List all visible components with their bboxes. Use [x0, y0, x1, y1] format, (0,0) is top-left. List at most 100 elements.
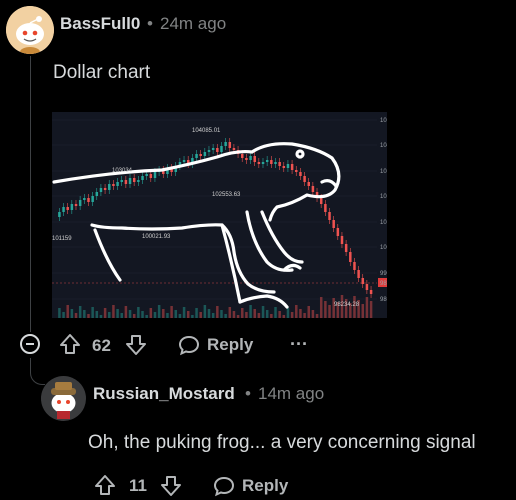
vote-count: 11 — [129, 476, 147, 495]
volume-bar — [286, 308, 290, 318]
speech-bubble-icon — [178, 335, 200, 356]
candle — [112, 184, 115, 186]
volume-bar — [257, 313, 261, 318]
dollar-chart-graphic: 104085.01 103034 102553.63 101159 100021.93 9… — [52, 118, 387, 318]
chart-annotation: 98234.28 — [334, 302, 360, 308]
volume-bar — [124, 306, 128, 318]
volume-bar — [83, 310, 86, 318]
y-tick-label: 101000 — [380, 220, 387, 226]
collapse-button[interactable] — [20, 334, 40, 354]
downvote-button[interactable] — [124, 333, 148, 357]
downvote-arrow-icon — [161, 476, 181, 496]
volume-bar — [253, 309, 256, 318]
candle — [224, 142, 227, 146]
volume-bar — [224, 314, 227, 318]
downvote-button[interactable] — [159, 474, 183, 498]
candle — [241, 154, 244, 158]
candle — [361, 278, 365, 284]
upvote-button[interactable] — [93, 473, 117, 497]
candle — [149, 174, 153, 178]
candle — [145, 174, 148, 176]
avatar[interactable] — [41, 376, 86, 421]
snoo-avatar-icon — [6, 6, 54, 54]
volume-bar — [145, 315, 148, 318]
candle — [207, 150, 211, 152]
comment-author[interactable]: Russian_Mostard — [93, 384, 235, 404]
candle — [232, 148, 236, 150]
candle — [286, 164, 290, 168]
thread-line — [30, 56, 31, 332]
candle — [195, 154, 198, 158]
volume-bar — [195, 308, 198, 318]
volume-bar — [261, 306, 265, 318]
y-tick-label: 100000 — [380, 245, 387, 251]
snoo-avatar-icon — [41, 376, 86, 421]
candle — [58, 212, 61, 217]
volume-bar — [191, 315, 194, 318]
more-options-button[interactable]: ··· — [290, 334, 308, 355]
comment-timestamp[interactable]: 14m ago — [258, 384, 324, 404]
candle — [228, 142, 232, 148]
volume-bar — [95, 311, 99, 318]
candle — [336, 228, 340, 236]
candle — [137, 180, 140, 182]
volume-bar — [324, 301, 327, 318]
candle — [311, 186, 315, 192]
volume-bar — [220, 310, 223, 318]
volume-bar — [58, 308, 61, 318]
volume-bar — [116, 309, 119, 318]
chart-annotation: 102553.63 — [212, 192, 241, 198]
upvote-arrow-icon — [95, 475, 115, 495]
comment-body: Dollar chart — [53, 62, 151, 83]
volume-bar — [299, 309, 302, 318]
volume-bar — [62, 312, 65, 318]
candle — [78, 200, 82, 206]
volume-bar — [216, 306, 219, 318]
volume-bar — [112, 305, 115, 318]
candle — [124, 180, 128, 184]
candle — [295, 170, 298, 172]
volume-bar — [303, 313, 306, 318]
candle — [103, 188, 107, 190]
downvote-arrow-icon — [126, 335, 146, 355]
volume-bar — [66, 305, 69, 318]
upvote-button[interactable] — [58, 332, 82, 356]
candle — [199, 154, 202, 156]
comment-timestamp[interactable]: 24m ago — [160, 14, 226, 34]
candle — [369, 290, 373, 294]
minus-icon — [26, 343, 34, 345]
chart-image[interactable]: 104085.01 103034 102553.63 101159 100021.93 9… — [52, 112, 387, 318]
volume-bar — [290, 312, 294, 318]
candle — [257, 162, 261, 164]
candle — [203, 152, 207, 156]
candle — [99, 188, 103, 192]
candle — [307, 182, 310, 186]
volume-bar — [249, 305, 252, 318]
candle — [290, 164, 294, 170]
candle — [282, 166, 286, 168]
candle — [95, 192, 99, 196]
y-tick-label: 102000 — [380, 194, 387, 200]
reply-button[interactable]: Reply — [212, 474, 288, 498]
volume-bar — [78, 306, 82, 318]
thread-connector — [30, 358, 45, 385]
reply-button[interactable]: Reply — [177, 333, 253, 357]
candle — [328, 212, 331, 220]
avatar[interactable] — [6, 6, 54, 54]
volume-bar — [319, 297, 323, 318]
chart-annotation: 101159 — [52, 236, 72, 242]
volume-bar — [203, 305, 207, 318]
candle — [303, 176, 306, 182]
volume-bar — [199, 312, 202, 318]
volume-bar — [278, 311, 281, 318]
volume-bar — [236, 315, 240, 318]
volume-bar — [149, 308, 153, 318]
volume-bar — [282, 315, 286, 318]
comment-author[interactable]: BassFull0 — [60, 14, 140, 34]
y-tick-label: 103000 — [380, 169, 387, 175]
volume-bar — [153, 312, 157, 318]
candle — [153, 172, 157, 178]
volume-bar — [87, 314, 90, 318]
current-price-label: 98625.4 — [380, 281, 387, 287]
volume-bar — [241, 308, 244, 318]
